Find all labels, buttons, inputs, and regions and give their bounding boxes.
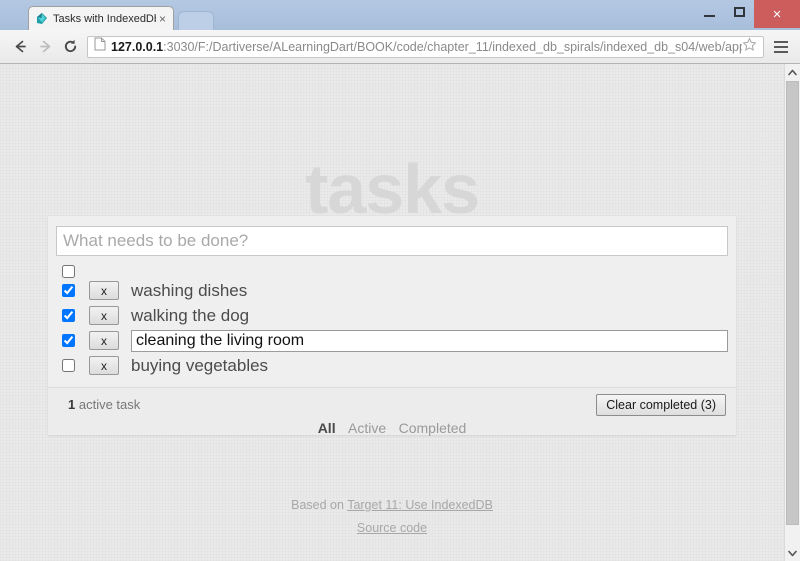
minimize-icon [703, 15, 715, 17]
url-path: :3030/F:/Dartiverse/ALearningDart/BOOK/c… [163, 39, 742, 54]
clear-completed-button[interactable]: Clear completed (3) [596, 394, 726, 416]
toggle-all-row [48, 256, 736, 278]
todo-label[interactable]: buying vegetables [131, 356, 736, 376]
title-bar: Tasks with IndexedDb × × [0, 0, 800, 30]
window-controls: × [694, 0, 800, 28]
filter-all-link[interactable]: All [314, 420, 340, 436]
filter-active-link[interactable]: Active [344, 420, 390, 436]
browser-menu-button[interactable] [770, 35, 792, 59]
dart-favicon-icon [35, 12, 48, 25]
new-todo-input[interactable] [56, 226, 728, 256]
back-button[interactable] [8, 34, 33, 59]
page-title: tasks [304, 150, 480, 228]
todo-item[interactable]: x buying vegetables [48, 353, 736, 378]
todo-count-text: active task [75, 397, 141, 412]
todo-item[interactable]: x washing dishes [48, 278, 736, 303]
filter-item-completed: Completed [395, 420, 471, 437]
url-host: 127.0.0.1 [111, 39, 164, 54]
info-footer: Based on Target 11: Use IndexedDB Source… [0, 494, 784, 540]
page-scrollbar[interactable] [784, 64, 800, 561]
filter-item-active: Active [344, 420, 390, 437]
reload-button[interactable] [58, 34, 83, 59]
filter-item-all: All [314, 420, 340, 437]
page-content: tasks x washing dishes [0, 64, 784, 561]
scroll-up-button[interactable] [785, 64, 800, 80]
chevron-down-icon [788, 544, 797, 561]
todo-delete-button[interactable]: x [89, 331, 119, 350]
address-bar[interactable]: 127.0.0.1:3030/F:/Dartiverse/ALearningDa… [87, 35, 764, 58]
based-on-line: Based on Target 11: Use IndexedDB [0, 494, 784, 517]
todo-delete-button[interactable]: x [89, 306, 119, 325]
page-document-icon [94, 37, 106, 56]
todo-toggle-checkbox[interactable] [62, 284, 75, 297]
source-code-link[interactable]: Source code [357, 521, 427, 535]
todo-edit-input[interactable] [131, 329, 728, 352]
browser-window: Tasks with IndexedDb × × 127.0.0.1:3030/… [0, 0, 800, 561]
tab-title: Tasks with IndexedDb [53, 12, 156, 25]
page-viewport: tasks x washing dishes [0, 64, 800, 561]
menu-icon-line-3 [774, 50, 788, 53]
todo-item[interactable]: x walking the dog [48, 303, 736, 328]
scrollbar-thumb[interactable] [786, 81, 799, 525]
forward-arrow-icon [37, 38, 54, 55]
new-todo-row [48, 216, 736, 256]
back-arrow-icon [12, 38, 29, 55]
bookmark-star-icon[interactable] [742, 36, 757, 57]
minimize-button[interactable] [694, 0, 724, 24]
todo-list: x washing dishes x walking the dog x cle… [48, 278, 736, 387]
scroll-down-button[interactable] [785, 545, 800, 561]
tab-close-icon[interactable]: × [156, 13, 169, 25]
todo-delete-button[interactable]: x [89, 281, 119, 300]
todo-item-editing[interactable]: x cleaning the living room [48, 328, 736, 353]
toggle-all-checkbox[interactable] [62, 265, 75, 278]
close-button[interactable]: × [754, 0, 800, 28]
todo-label[interactable]: washing dishes [131, 281, 736, 301]
browser-tab[interactable]: Tasks with IndexedDb × [28, 6, 174, 30]
todo-toggle-checkbox[interactable] [62, 309, 75, 322]
todo-footer: 1 active task All Active Completed Clear… [48, 387, 736, 438]
menu-icon-line-2 [774, 45, 788, 48]
maximize-button[interactable] [724, 0, 754, 24]
browser-toolbar: 127.0.0.1:3030/F:/Dartiverse/ALearningDa… [0, 30, 800, 64]
filter-completed-link[interactable]: Completed [395, 420, 471, 436]
todo-label[interactable]: walking the dog [131, 306, 736, 326]
forward-button[interactable] [33, 34, 58, 59]
todo-app-panel: x washing dishes x walking the dog x cle… [48, 216, 736, 438]
new-tab-button[interactable] [178, 11, 214, 30]
filter-list: All Active Completed [48, 420, 736, 438]
todo-toggle-checkbox[interactable] [62, 359, 75, 372]
url-text: 127.0.0.1:3030/F:/Dartiverse/ALearningDa… [111, 40, 742, 54]
based-on-link[interactable]: Target 11: Use IndexedDB [347, 498, 493, 512]
based-on-prefix: Based on [291, 498, 348, 512]
chevron-up-icon [788, 64, 797, 81]
todo-toggle-checkbox[interactable] [62, 334, 75, 347]
todo-delete-button[interactable]: x [89, 356, 119, 375]
tab-strip: Tasks with IndexedDb × [0, 0, 690, 30]
reload-icon [62, 38, 79, 55]
maximize-icon [733, 7, 745, 17]
menu-icon-line-1 [774, 40, 788, 43]
source-code-line: Source code [0, 517, 784, 540]
todo-count: 1 active task [58, 397, 140, 412]
